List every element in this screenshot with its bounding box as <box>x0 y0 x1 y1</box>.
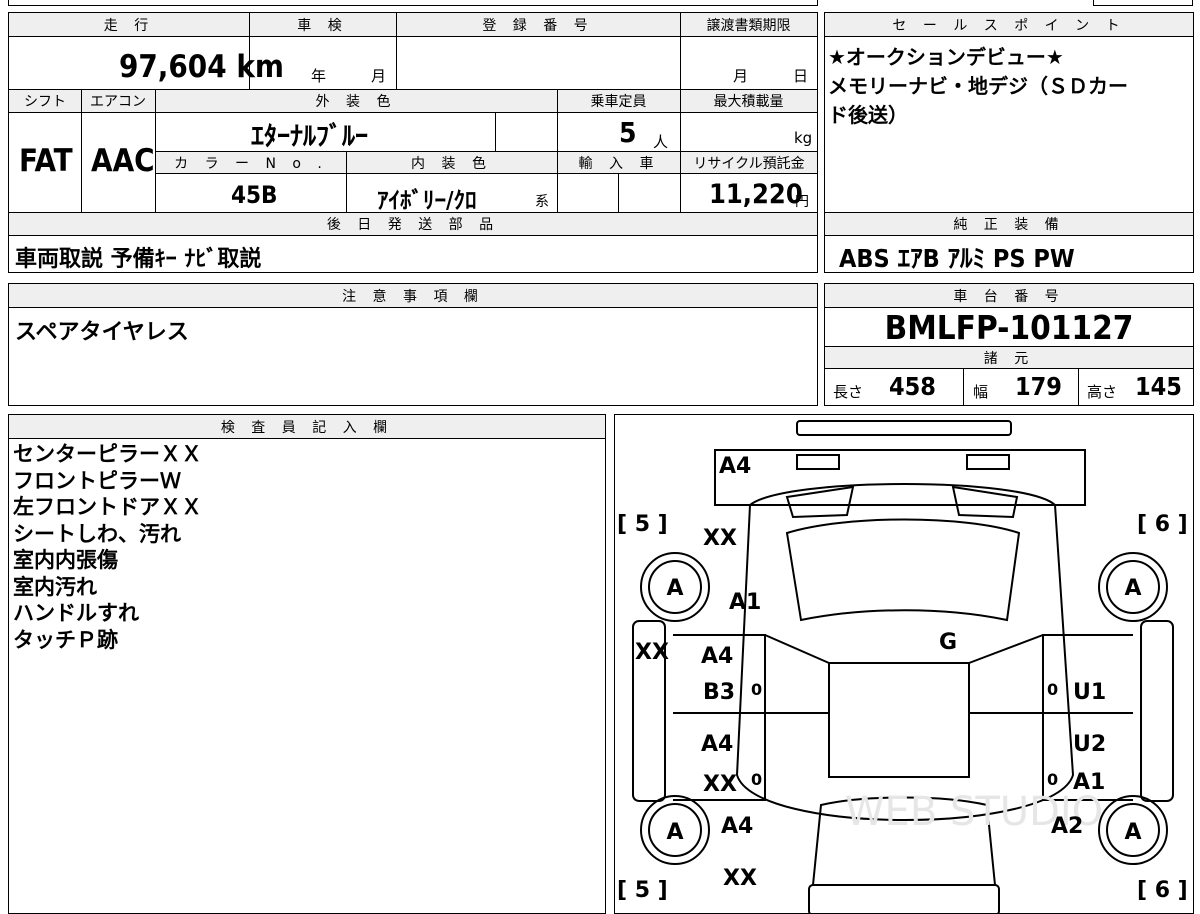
capacity-header: 乗車定員 <box>557 90 680 113</box>
color-no-header: カ ラ ー N o . <box>156 152 346 174</box>
later-parts-header: 後 日 発 送 部 品 <box>9 213 817 236</box>
zero-mark: 0 <box>751 680 762 699</box>
car-diagram: WEB STUDIO A4 XX A1 G XX A4 B3 A4 XX A4 … <box>617 420 1188 913</box>
mileage-header: 走 行 <box>9 13 249 37</box>
mark-roof: G <box>939 630 957 655</box>
height-label: 高さ <box>1087 383 1118 401</box>
recycle-header: リサイクル預託金 <box>681 152 817 174</box>
mileage-value: 97,604 km <box>119 49 284 85</box>
inspector-note: フロントピラーＷ <box>13 468 181 493</box>
notes-box: 注 意 事 項 欄 スペアタイヤレス <box>8 283 818 406</box>
width-label: 幅 <box>973 383 989 401</box>
inspector-notes-list: センターピラーＸＸ フロントピラーＷ 左フロントドアＸＸ シートしわ、汚れ 室内… <box>13 441 202 653</box>
zero-mark: 0 <box>1047 680 1058 699</box>
sales-points-header: セ ー ル ス ポ イ ン ト <box>825 13 1193 37</box>
inspector-header: 検 査 員 記 入 欄 <box>9 415 605 439</box>
inspection-year: 年 <box>311 67 327 85</box>
tire-front-left: A <box>666 576 683 601</box>
inspection-month: 月 <box>371 67 387 85</box>
car-diagram-box: WEB STUDIO A4 XX A1 G XX A4 B3 A4 XX A4 … <box>614 414 1194 914</box>
mark-left-sill: XX <box>635 640 669 665</box>
tire-rear-left: A <box>666 820 683 845</box>
max-load-header: 最大積載量 <box>680 90 817 113</box>
mark-right-rear-door-2: A1 <box>1073 770 1105 795</box>
transfer-day: 日 <box>793 67 809 85</box>
mark-left-front-door-1: A4 <box>701 644 733 669</box>
aircon-value: AAC <box>91 143 155 179</box>
max-load-unit: kg <box>794 129 813 147</box>
exterior-color-value: ｴﾀｰﾅﾙﾌﾞﾙｰ <box>251 122 369 152</box>
inspector-note: 左フロントドアＸＸ <box>13 495 202 519</box>
mark-right-front-door: U1 <box>1073 680 1106 705</box>
capacity-unit: 人 <box>653 133 669 151</box>
length-value: 458 <box>889 372 936 401</box>
standard-equipment-header: 純 正 装 備 <box>825 213 1193 236</box>
tire-label-rear-right: [ 6 ] <box>1137 878 1188 903</box>
capacity-value: 5 <box>619 116 637 149</box>
notes-value: スペアタイヤレス <box>15 320 189 345</box>
inspector-note: シートしわ、汚れ <box>13 521 181 546</box>
zero-mark: 0 <box>751 770 762 789</box>
width-value: 179 <box>1015 372 1062 401</box>
mark-left-pillar: XX <box>703 526 737 551</box>
mark-left-rear-fender: A4 <box>721 814 753 839</box>
mark-front-bumper: A4 <box>719 454 751 479</box>
tire-label-rear-left: [ 5 ] <box>617 878 668 903</box>
inspector-note: タッチＰ跡 <box>13 627 118 652</box>
sales-point-line: メモリーナビ・地デジ（ＳＤカー <box>828 74 1128 98</box>
top-strip-right <box>1093 0 1193 6</box>
recycle-unit: 円 <box>795 194 809 210</box>
zero-mark: 0 <box>1047 770 1058 789</box>
top-strip <box>8 0 818 6</box>
registration-header: 登 録 番 号 <box>396 13 680 37</box>
mark-left-front-door-2: B3 <box>703 680 735 705</box>
shift-value: FAT <box>19 143 73 179</box>
sales-points-box: セ ー ル ス ポ イ ン ト ★オークションデビュー★ メモリーナビ・地デジ（… <box>824 12 1194 273</box>
exterior-color-header: 外 装 色 <box>155 90 557 113</box>
transfer-month: 月 <box>733 67 749 85</box>
length-label: 長さ <box>833 383 864 401</box>
mark-left-fender: A1 <box>729 590 761 615</box>
import-header: 輸 入 車 <box>558 152 680 174</box>
mark-right-rear-door-1: U2 <box>1073 732 1106 757</box>
standard-equipment-value: ABS ｴｱB ｱﾙﾐ PS PW <box>839 244 1075 273</box>
mark-right-rear-fender: A2 <box>1051 814 1083 839</box>
interior-suffix: 系 <box>535 194 549 210</box>
mark-left-rear-door-2: XX <box>703 772 737 797</box>
later-parts-value: 車両取説 予備ｷｰ ﾅﾋﾞ取説 <box>15 247 262 272</box>
notes-header: 注 意 事 項 欄 <box>9 284 817 308</box>
inspector-note: センターピラーＸＸ <box>13 442 202 466</box>
sales-point-line: ド後送） <box>828 103 908 127</box>
interior-color-value: ｱｲﾎﾞﾘｰ/ｸﾛ <box>377 188 477 214</box>
shift-header: シフト <box>9 90 81 113</box>
inspector-note: 室内内張傷 <box>13 548 118 572</box>
specs-header: 諸 元 <box>825 347 1193 369</box>
mark-left-rear-door-1: A4 <box>701 732 733 757</box>
tire-rear-right: A <box>1124 820 1141 845</box>
tire-label-front-left: [ 5 ] <box>617 512 668 537</box>
inspector-box: 検 査 員 記 入 欄 センターピラーＸＸ フロントピラーＷ 左フロントドアＸＸ… <box>8 414 606 914</box>
tire-label-front-right: [ 6 ] <box>1137 512 1188 537</box>
sales-points-list: ★オークションデビュー★ メモリーナビ・地デジ（ＳＤカー ド後送） <box>828 43 1128 130</box>
aircon-header: エアコン <box>81 90 155 113</box>
vehicle-info-table: 走 行 車 検 登 録 番 号 譲渡書類期限 97,604 km 年 月 月 日… <box>8 12 818 273</box>
recycle-value: 11,220 <box>709 179 803 210</box>
transfer-deadline-header: 譲渡書類期限 <box>680 13 817 37</box>
chassis-header: 車 台 番 号 <box>825 284 1193 308</box>
tire-front-right: A <box>1124 576 1141 601</box>
height-value: 145 <box>1135 372 1182 401</box>
mark-rear-bottom: XX <box>723 866 757 891</box>
chassis-number: BMLFP-101127 <box>884 308 1134 347</box>
color-no-value: 45B <box>231 181 278 209</box>
inspector-note: ハンドルすれ <box>13 601 139 625</box>
chassis-box: 車 台 番 号 BMLFP-101127 諸 元 長さ 458 幅 179 高さ… <box>824 283 1194 406</box>
inspector-note: 室内汚れ <box>13 574 97 599</box>
interior-color-header: 内 装 色 <box>346 152 557 174</box>
sales-point-line: ★オークションデビュー★ <box>828 45 1064 69</box>
inspection-header: 車 検 <box>249 13 396 37</box>
